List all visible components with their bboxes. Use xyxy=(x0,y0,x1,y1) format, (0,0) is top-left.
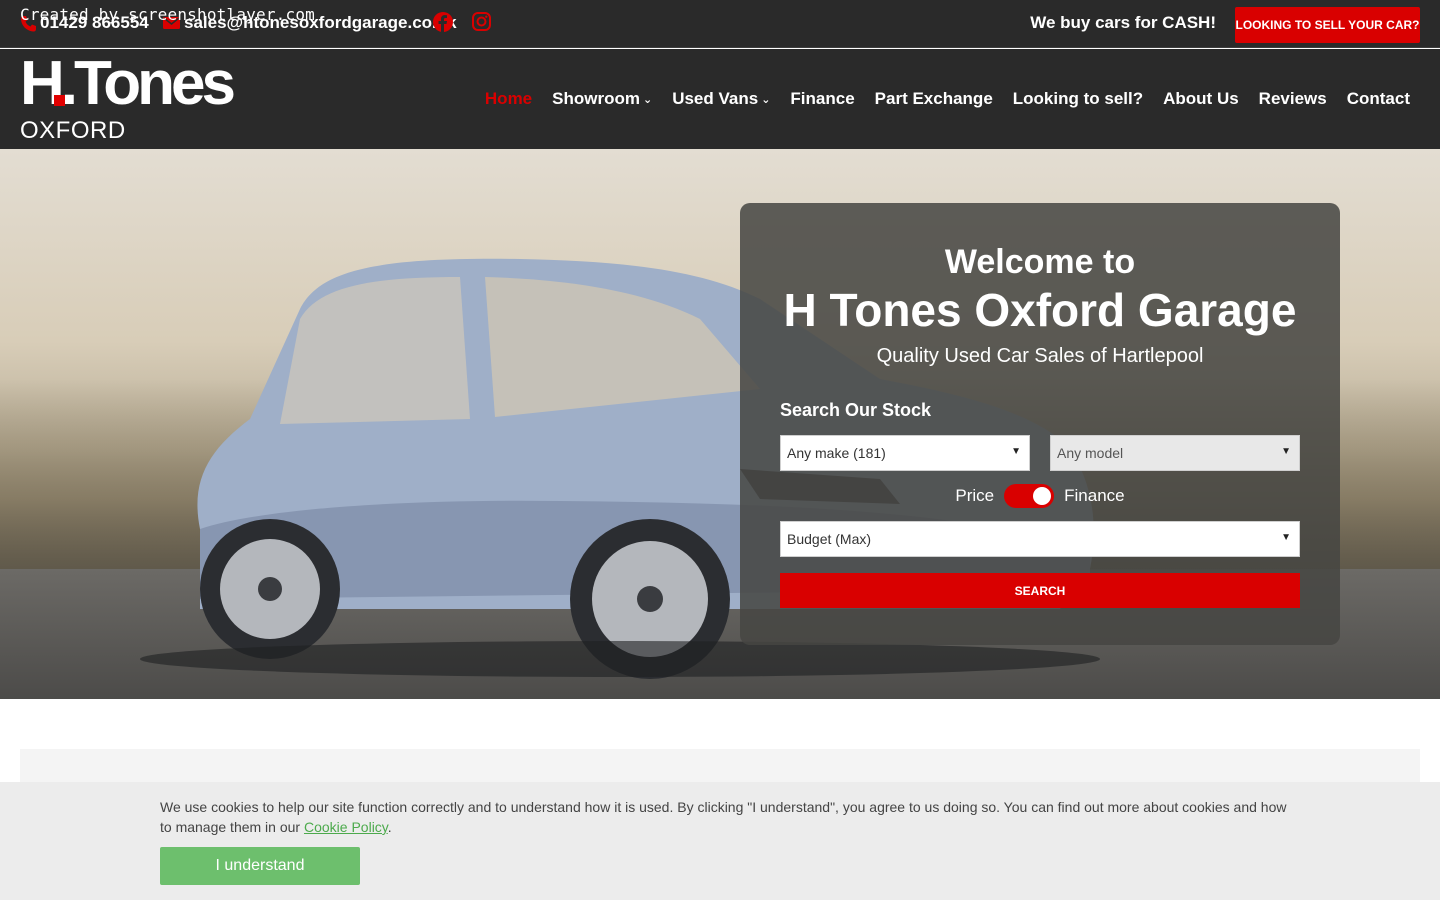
nav-contact-label: Contact xyxy=(1346,89,1410,108)
finance-label: Finance xyxy=(1064,486,1125,505)
cookie-accept-button[interactable]: I understand xyxy=(160,847,360,885)
chevron-down-icon: ▼ xyxy=(1281,532,1291,543)
nav-used-vans[interactable]: Used Vans ⌄ xyxy=(672,89,770,109)
tagline: Quality Used Car Sales of Hartlepool xyxy=(876,345,1204,367)
budget-select-value: Budget (Max) xyxy=(787,531,872,547)
top-bar: 01429 866554 sales@htonesoxfordgarage.co… xyxy=(0,0,1440,48)
nav-reviews[interactable]: Reviews xyxy=(1259,89,1327,109)
chevron-down-icon: ⌄ xyxy=(642,93,653,106)
nav-used-vans-label: Used Vans xyxy=(672,89,759,108)
chevron-down-icon: ▼ xyxy=(1281,446,1291,457)
nav-about-us[interactable]: About Us xyxy=(1163,89,1239,109)
instagram-link[interactable] xyxy=(472,12,491,36)
nav-showroom[interactable]: Showroom ⌄ xyxy=(552,89,652,109)
main-nav: Home Showroom ⌄ Used Vans ⌄ Finance Part E… xyxy=(485,89,1410,109)
logo-red-dot xyxy=(54,95,65,106)
facebook-icon xyxy=(433,12,453,32)
nav-about-us-label: About Us xyxy=(1163,89,1239,108)
cookie-period: . xyxy=(387,819,392,835)
site-logo[interactable]: H.Tones OXFORD GARAGE xyxy=(20,53,236,173)
chevron-down-icon: ▼ xyxy=(1011,446,1021,457)
nav-home[interactable]: Home xyxy=(485,89,532,109)
price-finance-toggle[interactable] xyxy=(1004,484,1055,508)
watermark-text: Created by screenshotlayer.com xyxy=(20,5,315,24)
price-label: Price xyxy=(955,486,995,505)
model-select-value: Any model xyxy=(1057,445,1124,461)
welcome-search-panel: Welcome to H Tones Oxford Garage Quality… xyxy=(740,203,1340,645)
sell-your-car-button[interactable]: LOOKING TO SELL YOUR CAR? xyxy=(1235,7,1420,43)
nav-reviews-label: Reviews xyxy=(1258,89,1327,108)
chevron-down-icon: ⌄ xyxy=(761,93,771,106)
search-stock-title: Search Our Stock xyxy=(780,400,932,420)
welcome-heading: Welcome to xyxy=(944,243,1136,281)
cookie-message: We use cookies to help our site function… xyxy=(160,797,1290,837)
nav-showroom-label: Showroom xyxy=(552,89,640,108)
cookie-banner: We use cookies to help our site function… xyxy=(0,782,1440,900)
facebook-link[interactable] xyxy=(433,12,453,37)
instagram-icon xyxy=(472,12,491,31)
price-finance-toggle-row: Price Finance xyxy=(740,484,1340,508)
toggle-knob xyxy=(1033,487,1052,505)
cookie-policy-link[interactable]: Cookie Policy xyxy=(304,819,388,835)
nav-looking-to-sell-label: Looking to sell? xyxy=(1012,89,1144,108)
cash-text: We buy cars for CASH! xyxy=(1030,13,1216,32)
search-button[interactable]: SEARCH xyxy=(780,573,1300,608)
budget-select[interactable]: Budget (Max) ▼ xyxy=(780,521,1300,557)
main-header: H.Tones OXFORD GARAGE Home Showroom⌄ Use… xyxy=(0,49,1440,173)
logo-wordmark: H.Tones xyxy=(20,49,236,118)
nav-part-exchange[interactable]: Part Exchange xyxy=(875,89,993,109)
nav-part-exchange-label: Part Exchange xyxy=(874,89,993,108)
make-select-value: Any make (181) xyxy=(787,445,886,461)
nav-looking-to-sell[interactable]: Looking to sell? xyxy=(1013,89,1143,109)
model-select[interactable]: Any model ▼ xyxy=(1050,435,1300,471)
make-select[interactable]: Any make (181) ▼ xyxy=(780,435,1030,471)
hero-section: Welcome to H Tones Oxford Garage Quality… xyxy=(0,149,1440,699)
garage-name-heading: H Tones Oxford Garage xyxy=(783,284,1297,336)
nav-finance[interactable]: Finance xyxy=(790,89,854,109)
nav-finance-label: Finance xyxy=(790,89,855,108)
nav-contact[interactable]: Contact xyxy=(1347,89,1410,109)
nav-home-label: Home xyxy=(484,89,533,108)
